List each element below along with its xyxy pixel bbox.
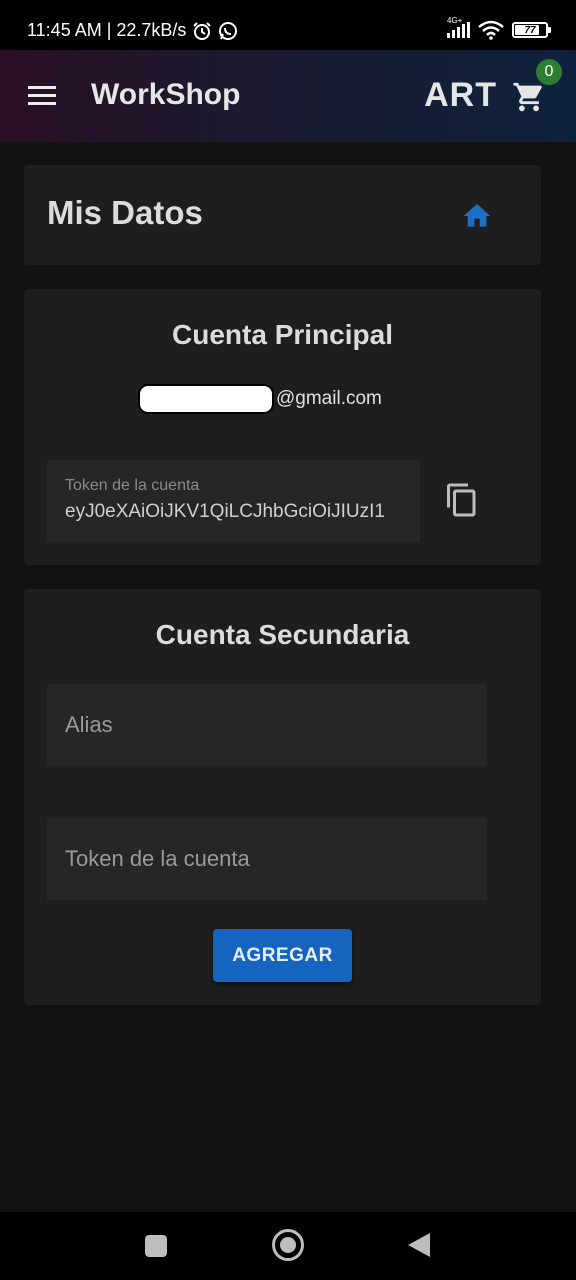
add-button[interactable]: AGREGAR — [213, 929, 352, 982]
secondary-account-card: Cuenta Secundaria AGREGAR — [24, 589, 541, 1005]
cart-icon[interactable] — [512, 80, 546, 114]
principal-account-title: Cuenta Principal — [172, 319, 393, 350]
nav-home-icon[interactable] — [272, 1229, 304, 1261]
token-field[interactable]: Token de la cuenta eyJ0eXAiOiJKV1QiLCJhb… — [47, 460, 420, 542]
alias-input[interactable] — [47, 684, 487, 766]
recent-apps-icon[interactable] — [145, 1235, 167, 1257]
network-type: 4G+ — [447, 16, 463, 25]
home-icon[interactable] — [461, 200, 493, 232]
status-right: 4G+ 77 — [447, 16, 551, 40]
cart-count-badge: 0 — [536, 59, 562, 85]
token-field-value: eyJ0eXAiOiJKV1QiLCJhbGciOiJIUzI1 — [65, 501, 385, 522]
app-title: WorkShop — [91, 78, 241, 111]
alias-field — [47, 684, 487, 766]
battery-level: 77 — [524, 24, 536, 36]
battery-icon: 77 — [512, 22, 551, 38]
status-left: 11:45 AM | 22.7kB/s — [27, 20, 238, 41]
status-time-speed: 11:45 AM | 22.7kB/s — [27, 20, 187, 40]
art-label: ART — [424, 76, 497, 114]
email-redacted — [138, 384, 274, 414]
token-field-label: Token de la cuenta — [65, 477, 200, 494]
secondary-account-title: Cuenta Secundaria — [155, 619, 410, 650]
secondary-token-input[interactable] — [47, 818, 487, 900]
whatsapp-icon — [219, 21, 238, 40]
alarm-icon — [193, 21, 212, 40]
email-row: @gmail.com — [138, 384, 382, 414]
page-title: Mis Datos — [47, 194, 203, 231]
signal-icon: 4G+ — [447, 16, 470, 38]
app-bar: WorkShop ART — [0, 50, 576, 142]
header-card: Mis Datos — [24, 165, 541, 265]
secondary-token-field — [47, 818, 487, 900]
copy-icon[interactable] — [444, 482, 480, 518]
back-icon[interactable] — [408, 1233, 430, 1257]
menu-icon[interactable] — [28, 86, 56, 106]
wifi-icon — [478, 20, 504, 40]
system-nav-bar — [0, 1212, 576, 1280]
principal-account-card: Cuenta Principal @gmail.com Token de la … — [24, 289, 541, 565]
email-suffix: @gmail.com — [276, 388, 382, 409]
status-bar: 11:45 AM | 22.7kB/s 4G+ 77 — [0, 0, 576, 50]
